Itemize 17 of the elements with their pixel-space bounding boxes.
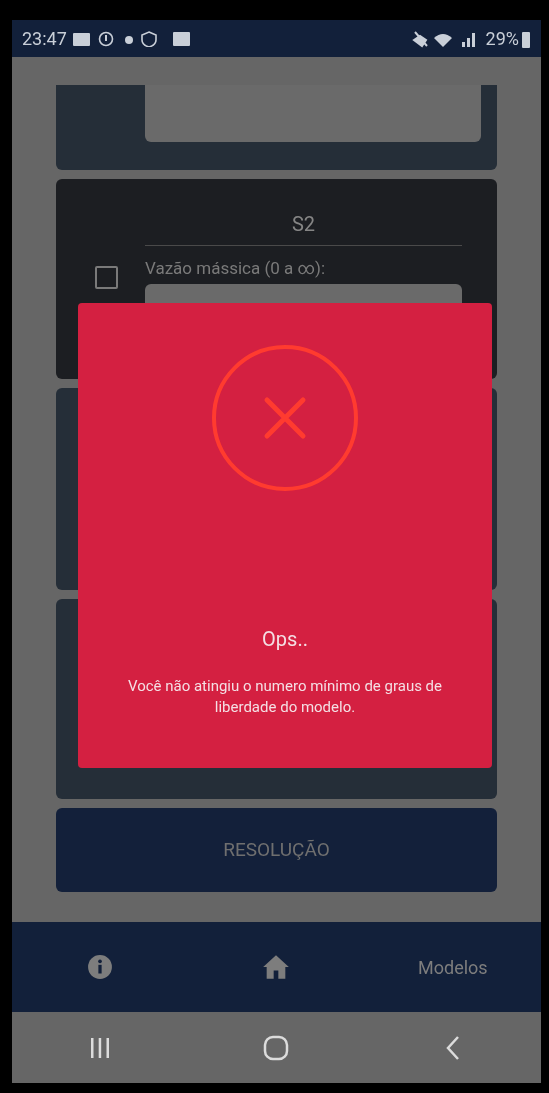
dialog-title: Ops.. xyxy=(262,626,308,653)
home-icon[interactable] xyxy=(262,954,291,980)
nav-tab[interactable]: Modelos xyxy=(418,953,488,981)
recent-apps-icon[interactable] xyxy=(89,1036,112,1059)
info-icon[interactable] xyxy=(87,954,114,980)
home-button-icon[interactable] xyxy=(263,1034,290,1061)
clock: 23:47 xyxy=(22,27,67,51)
input-field[interactable] xyxy=(145,85,481,142)
battery-percent: 29% xyxy=(485,27,519,51)
back-icon[interactable] xyxy=(444,1034,461,1061)
resolution-button[interactable]: RESOLUÇÃO xyxy=(56,808,497,892)
field-label: Vazão mássica (0 a ∞): xyxy=(145,257,327,280)
battery-icon xyxy=(521,29,531,48)
dialog-message: Você não atingiu o numero mínimo de graus de liberdade do modelo. xyxy=(126,676,444,718)
card-title: S2 xyxy=(291,211,316,238)
error-icon xyxy=(211,344,359,492)
checkbox[interactable] xyxy=(95,266,118,289)
